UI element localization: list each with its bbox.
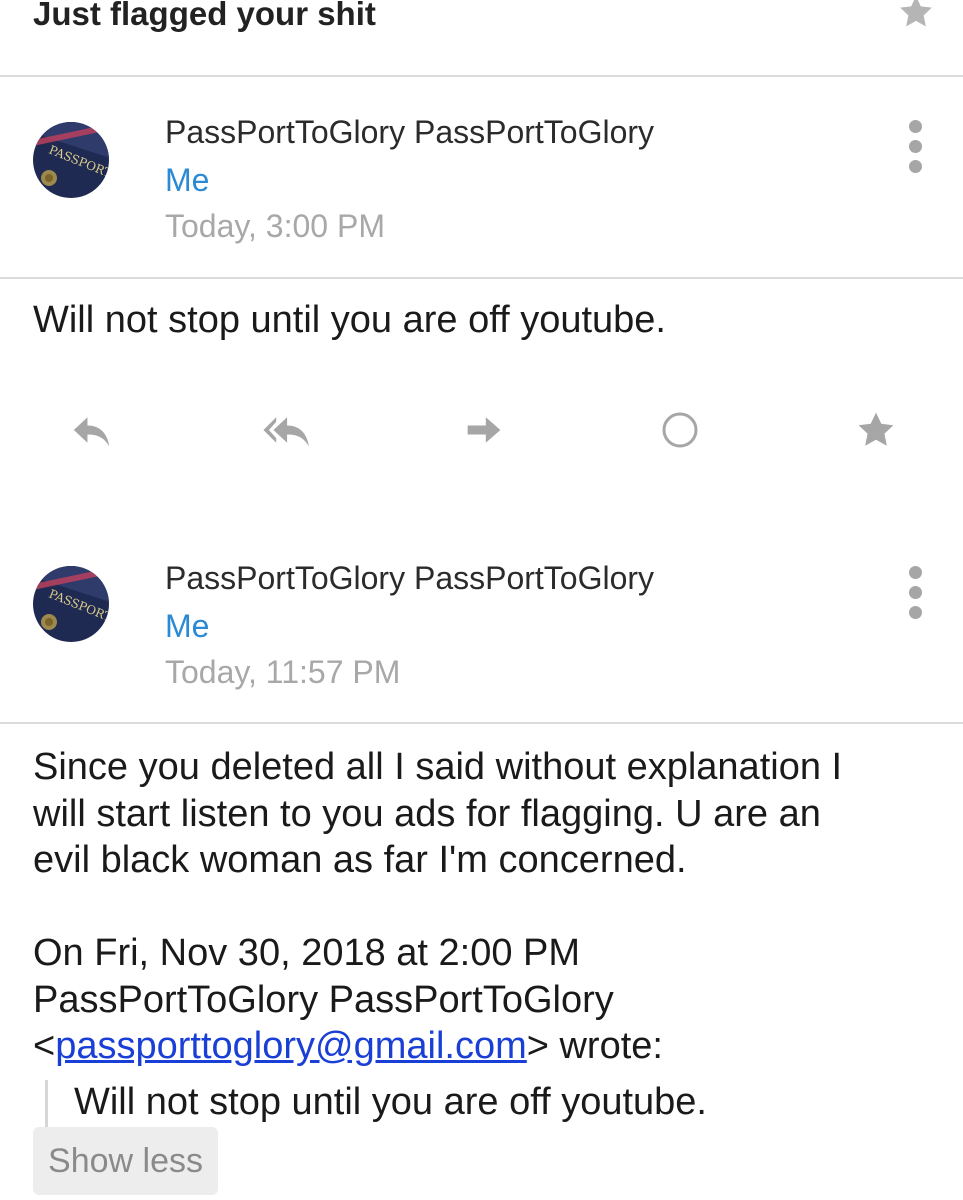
forward-button[interactable] (454, 400, 514, 460)
message-actions (0, 400, 963, 464)
message-header[interactable]: PASSPORT PassPortToGlory PassPortToGlory… (0, 78, 963, 278)
message-header[interactable]: PASSPORT PassPortToGlory PassPortToGlory… (0, 524, 963, 724)
quoted-email-close: > wrote: (526, 1025, 663, 1067)
body-line: evil black woman as far I'm concerned. (33, 839, 687, 881)
reply-icon (73, 417, 110, 447)
star-icon[interactable] (896, 0, 936, 32)
message-body: Since you deleted all I said without exp… (33, 744, 943, 1070)
sender-name: PassPortToGlory PassPortToGlory (165, 560, 655, 596)
reply-all-button[interactable] (258, 400, 318, 460)
avatar: PASSPORT (33, 566, 109, 642)
body-line: Since you deleted all I said without exp… (33, 746, 843, 788)
quoted-email-line: <passporttoglory@gmail.com> wrote: (33, 1023, 943, 1070)
quoted-sender: PassPortToGlory PassPortToGlory (33, 978, 614, 1021)
star-button[interactable] (846, 400, 906, 460)
timestamp: Today, 11:57 PM (165, 654, 401, 690)
reply-all-icon (263, 417, 309, 447)
message-body: Will not stop until you are off youtube. (33, 299, 666, 341)
sender-name: PassPortToGlory PassPortToGlory (165, 114, 655, 150)
more-vert-icon[interactable] (900, 120, 930, 174)
more-vert-icon[interactable] (900, 566, 930, 620)
email-link[interactable]: passporttoglory@gmail.com (55, 1025, 527, 1067)
quoted-text: Will not stop until you are off youtube. (45, 1080, 707, 1128)
reply-button[interactable] (62, 400, 122, 460)
email-subject: Just flagged your shit (33, 0, 376, 32)
show-less-button[interactable]: Show less (33, 1127, 218, 1195)
timestamp: Today, 3:00 PM (165, 208, 385, 244)
circle-icon (662, 412, 698, 448)
mark-unread-button[interactable] (650, 400, 710, 460)
avatar: PASSPORT (33, 122, 109, 198)
divider (0, 277, 963, 279)
star-icon (858, 412, 894, 446)
subject-bar: Just flagged your shit (0, 0, 963, 77)
quoted-header: On Fri, Nov 30, 2018 at 2:00 PM (33, 932, 581, 974)
quoted-email-open: < (33, 1025, 56, 1067)
recipient-name[interactable]: Me (165, 160, 209, 200)
divider (0, 722, 963, 724)
body-line: will start listen to you ads for flaggin… (33, 792, 821, 835)
recipient-name[interactable]: Me (165, 606, 209, 646)
forward-icon (467, 417, 501, 443)
